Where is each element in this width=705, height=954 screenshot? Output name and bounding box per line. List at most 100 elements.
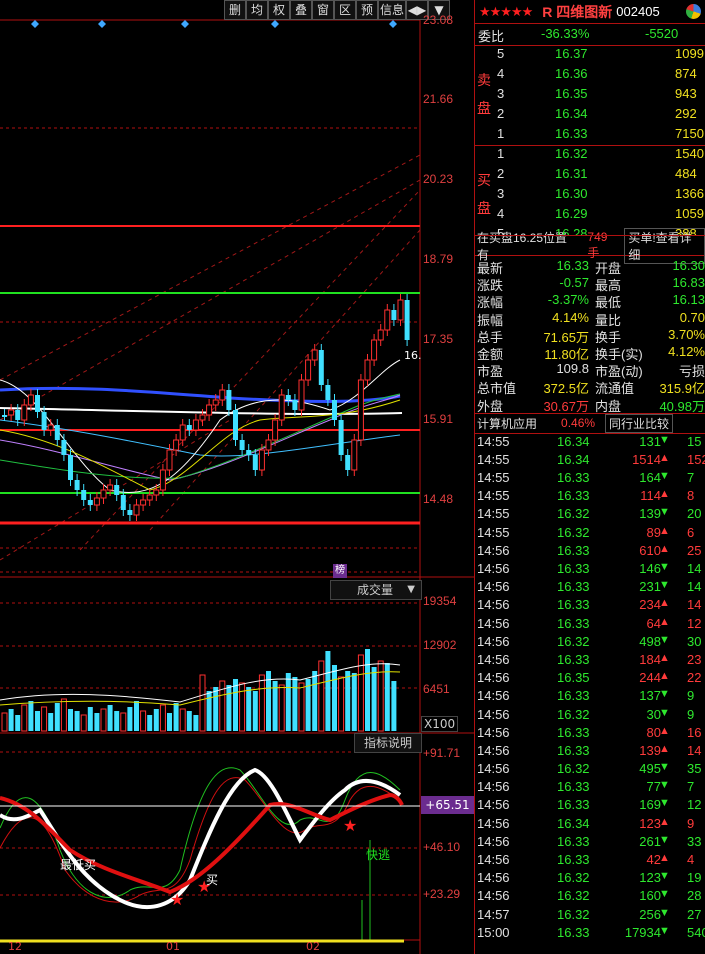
tb-delete-button[interactable]: 删 [224,0,246,20]
volume-bar[interactable] [213,687,219,731]
volume-bar[interactable] [15,715,21,731]
tb-rights-button[interactable]: 权 [268,0,290,20]
candle[interactable] [159,469,166,491]
kline-chart-canvas[interactable]: ★ ★ ★ [0,0,474,954]
candle[interactable] [357,379,364,441]
candle[interactable] [404,300,410,340]
candle[interactable] [351,439,358,471]
sell-row[interactable]: 2 16.34 292 [495,106,705,126]
volume-bar[interactable] [292,677,298,731]
volume-bar[interactable] [159,704,166,732]
candle[interactable] [54,425,60,440]
sell-row[interactable]: 4 16.36 874 [495,66,705,86]
volume-bar[interactable] [87,707,93,731]
sell-row[interactable]: 1 16.33 7150 [495,126,705,146]
volume-bar[interactable] [114,711,120,731]
candle[interactable] [311,349,318,361]
kline-chart-area[interactable]: ★ ★ ★ 删 均 权 叠 窗 区 预 信息 ◀▶ ▼ 23.08 21.66 … [0,0,474,954]
candle[interactable] [233,410,238,440]
volume-bar[interactable] [80,714,87,732]
candle[interactable] [265,439,272,451]
candle[interactable] [292,400,298,410]
candle[interactable] [166,449,173,471]
candle[interactable] [81,490,87,500]
volume-bar[interactable] [278,684,285,732]
volume-bar[interactable] [1,712,8,732]
candle[interactable] [68,455,73,480]
candle[interactable] [258,449,265,471]
volume-bar[interactable] [107,705,113,731]
candle[interactable] [35,395,40,412]
candle[interactable] [61,440,67,455]
tb-ma-button[interactable]: 均 [246,0,268,20]
volume-bar[interactable] [140,710,147,732]
volume-bar[interactable] [312,671,318,731]
volume-bar[interactable] [35,711,40,731]
tb-range-button[interactable]: 区 [334,0,356,20]
volume-bar[interactable] [338,676,345,732]
volume-bar[interactable] [134,701,139,731]
candle[interactable] [272,419,279,441]
candle[interactable] [325,385,331,400]
buy-row[interactable]: 1 16.32 1540 [495,146,705,166]
candle[interactable] [186,425,192,430]
candle[interactable] [107,484,114,491]
rank-badge[interactable]: 榜 [333,564,347,578]
candle[interactable] [338,420,344,455]
volume-bar[interactable] [285,673,291,731]
volume-bar[interactable] [345,671,351,731]
candle[interactable] [127,510,133,515]
volume-bar[interactable] [120,712,127,732]
volume-bar[interactable] [239,682,246,732]
volume-bar[interactable] [28,701,34,731]
candle[interactable] [179,424,186,441]
buy-row[interactable]: 5 16.28 388 [495,226,705,235]
buy-row[interactable]: 2 16.31 484 [495,166,705,186]
candle[interactable] [226,390,232,410]
volume-bar[interactable] [21,704,28,732]
volume-bar[interactable] [100,708,107,732]
volume-bar[interactable] [371,667,377,731]
candle[interactable] [318,350,324,385]
candle[interactable] [298,379,305,411]
volume-bar[interactable] [318,660,325,732]
candle[interactable] [140,499,147,506]
tb-overlay-button[interactable]: 叠 [290,0,312,20]
volume-bar[interactable] [206,691,212,731]
volume-bar[interactable] [351,673,357,731]
candle[interactable] [397,299,404,321]
volume-bar[interactable] [199,674,206,732]
volume-bar[interactable] [246,687,252,731]
candle[interactable] [206,404,213,416]
candle[interactable] [153,489,160,496]
candle[interactable] [332,400,337,420]
volume-bar[interactable] [147,715,153,731]
candle[interactable] [192,419,199,431]
candle[interactable] [212,399,219,406]
candle[interactable] [47,424,54,431]
candle[interactable] [146,494,153,501]
candle[interactable] [114,485,120,495]
volume-bar[interactable] [365,649,370,731]
candle[interactable] [278,394,285,421]
volume-bar[interactable] [41,706,48,732]
candle[interactable] [8,409,15,416]
candle[interactable] [252,455,258,470]
volume-bar[interactable] [272,681,278,731]
candle[interactable] [364,359,371,381]
candle[interactable] [93,497,100,506]
volume-bar[interactable] [258,674,265,732]
candle[interactable] [74,480,80,490]
volume-bar[interactable] [391,681,397,731]
buy-row[interactable]: 4 16.29 1059 [495,206,705,226]
candle[interactable] [133,504,140,516]
volume-bar[interactable] [298,682,305,732]
candle[interactable] [2,415,7,417]
volume-bar[interactable] [68,709,73,731]
volume-bar[interactable] [332,665,337,731]
candle[interactable] [41,412,47,430]
volume-bar[interactable] [226,685,232,731]
sector-name[interactable]: 计算机应用 [477,415,537,432]
volume-bar[interactable] [8,709,14,731]
candle[interactable] [345,455,351,470]
